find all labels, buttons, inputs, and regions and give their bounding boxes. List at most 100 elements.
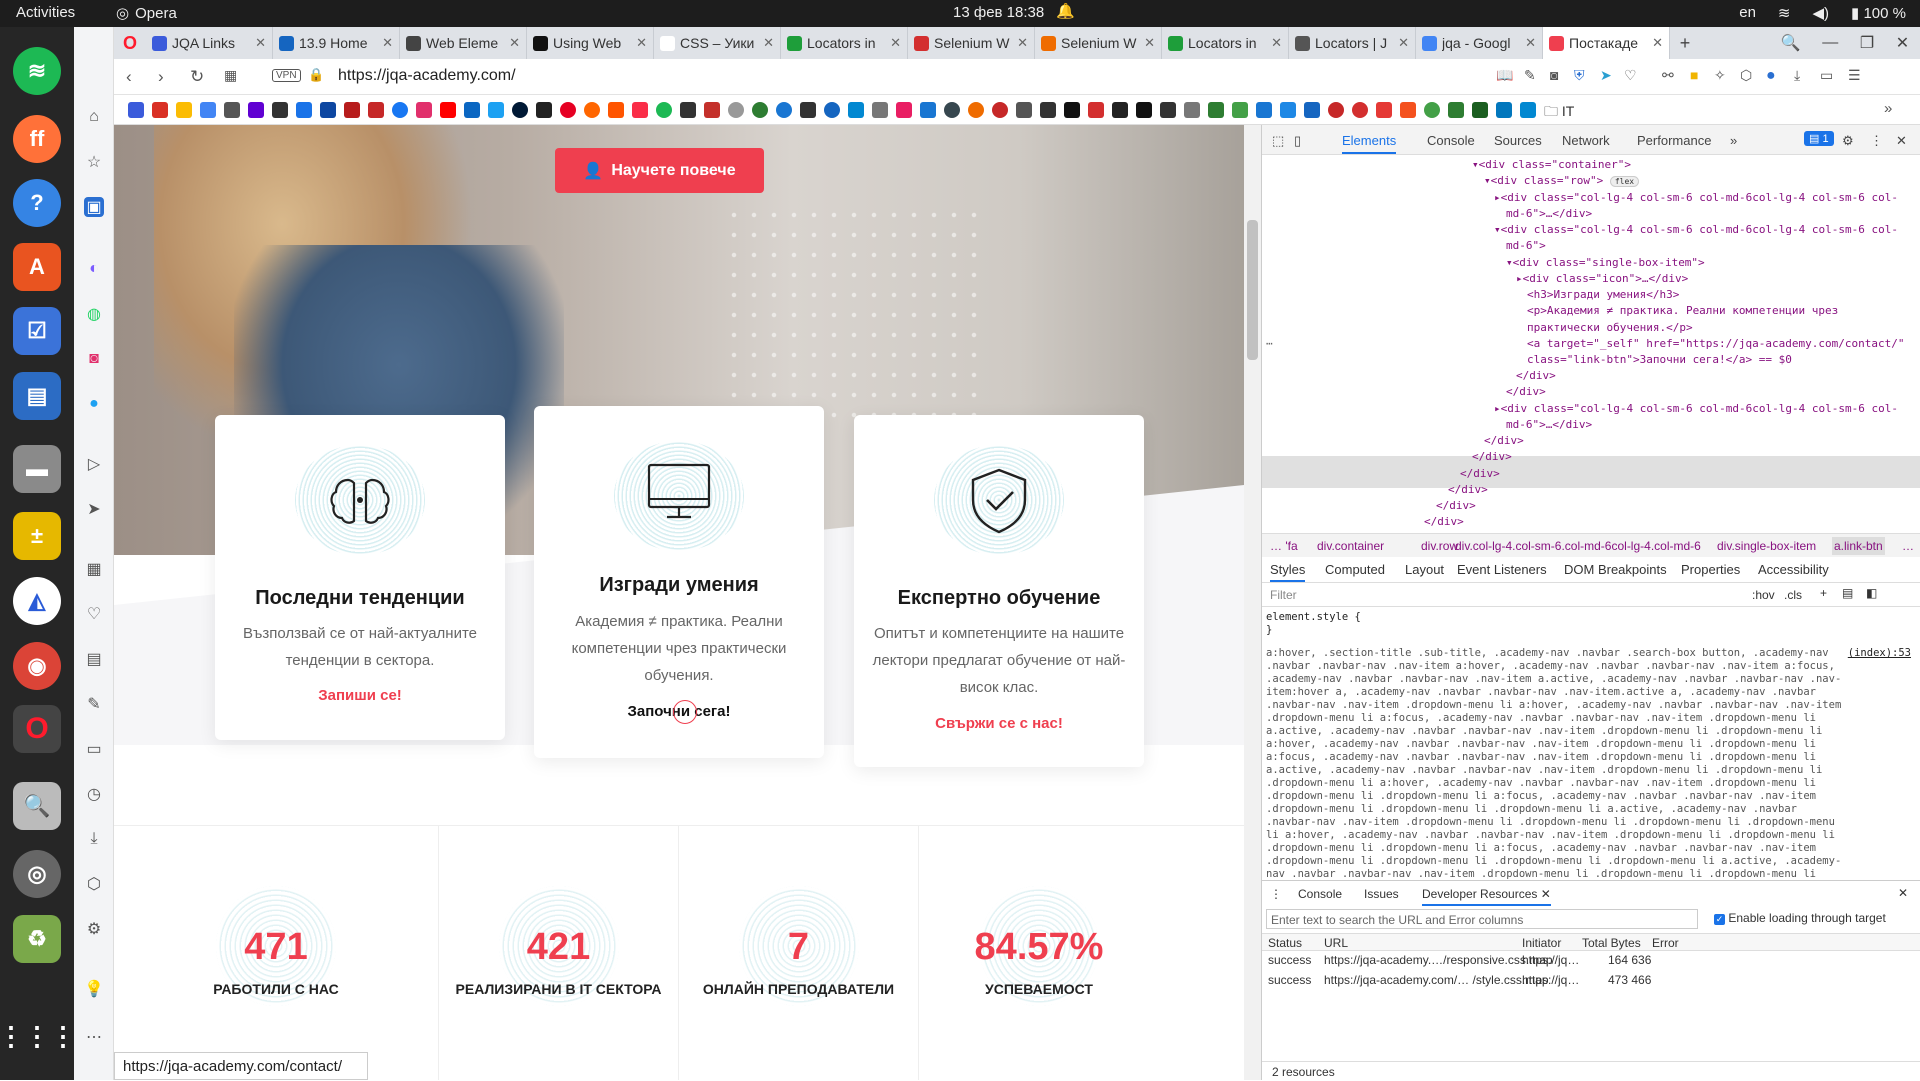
shield-icon[interactable]: ⛨	[1574, 67, 1585, 84]
spotify-bookmark-icon[interactable]	[656, 102, 672, 118]
bookmark-icon[interactable]	[992, 102, 1008, 118]
tab-styles[interactable]: Styles	[1270, 562, 1306, 582]
show-apps-icon[interactable]: ⋮⋮⋮	[0, 1012, 76, 1060]
bookmark-icon[interactable]	[1136, 102, 1152, 118]
breadcrumb-item-active[interactable]: a.link-btn	[1832, 537, 1885, 555]
volume-icon[interactable]: ◀)	[1813, 4, 1830, 22]
device-toggle-icon[interactable]: ▯	[1294, 133, 1301, 149]
drawer-tab-console[interactable]: Console	[1298, 887, 1342, 901]
lock-icon[interactable]: 🔒	[308, 67, 324, 83]
tab-grid-icon[interactable]: ▦	[84, 559, 104, 579]
tab-5[interactable]: Locators in ✕	[781, 27, 908, 59]
bookmark-icon[interactable]	[584, 102, 600, 118]
close-icon[interactable]: ✕	[509, 35, 520, 51]
settings-icon[interactable]: ⚙	[84, 919, 104, 939]
tab-console[interactable]: Console	[1427, 133, 1475, 148]
col-total-bytes[interactable]: Total Bytes	[1582, 936, 1641, 950]
tab-10[interactable]: jqa - Googl ✕	[1416, 27, 1543, 59]
resource-row[interactable]: success https://jqa-academy.…/responsive…	[1262, 953, 1920, 969]
vpn-badge[interactable]: VPN	[272, 69, 301, 82]
close-icon[interactable]: ✕	[255, 35, 266, 51]
bookmark-icon[interactable]	[1160, 102, 1176, 118]
wifi-icon[interactable]: ≋	[1778, 4, 1791, 22]
tab-11-active[interactable]: Постакаде ✕	[1543, 27, 1670, 59]
bookmark-icon[interactable]	[968, 102, 984, 118]
dom-line[interactable]: ▸<div class="col-lg-4 col-sm-6 col-md-6c…	[1494, 401, 1898, 417]
tab-network[interactable]: Network	[1562, 133, 1610, 148]
close-icon[interactable]: ✕	[1525, 35, 1536, 51]
breadcrumb-item[interactable]: div.container	[1317, 539, 1384, 553]
dom-line[interactable]: ▾<div class="row"> flex	[1484, 173, 1640, 190]
dom-line-selected[interactable]: <a target="_self" href="https://jqa-acad…	[1527, 336, 1905, 352]
back-icon[interactable]: ‹	[126, 67, 132, 87]
more-bookmarks-icon[interactable]: »	[1884, 100, 1892, 117]
breadcrumb-item[interactable]: div.single-box-item	[1717, 539, 1816, 553]
add-rule-icon[interactable]: +	[1820, 586, 1827, 600]
tab-elements[interactable]: Elements	[1342, 133, 1397, 154]
col-initiator[interactable]: Initiator	[1522, 936, 1561, 950]
dom-line[interactable]: ▸<div class="icon">…</div>	[1516, 271, 1688, 287]
battery-saver-icon[interactable]: ▭	[1820, 67, 1833, 84]
activities-button[interactable]: Activities	[16, 4, 75, 21]
youtube-icon[interactable]	[440, 102, 456, 118]
history-icon[interactable]: ◷	[84, 784, 104, 804]
bookmark-icon[interactable]	[752, 102, 768, 118]
twitter-bookmark-icon[interactable]	[488, 102, 504, 118]
bookmark-icon[interactable]	[272, 102, 288, 118]
close-window-icon[interactable]: ✕	[1896, 33, 1909, 53]
issues-badge[interactable]: ▤ 1	[1804, 131, 1834, 146]
tab-6[interactable]: Selenium W ✕	[908, 27, 1035, 59]
twitter-icon[interactable]: ●	[84, 394, 104, 414]
close-icon[interactable]: ✕	[1652, 35, 1663, 51]
clock[interactable]: 13 фев 18:38	[953, 4, 1044, 21]
close-icon[interactable]: ✕	[890, 35, 901, 51]
settings-gear-icon[interactable]: ⚙	[1842, 133, 1854, 149]
tab-7[interactable]: Selenium W ✕	[1035, 27, 1162, 59]
pinterest-icon[interactable]	[560, 102, 576, 118]
bookmark-icon[interactable]	[1496, 102, 1512, 118]
bookmark-icon[interactable]	[824, 102, 840, 118]
close-icon[interactable]: ✕	[1144, 35, 1155, 51]
tab-sources[interactable]: Sources	[1494, 133, 1542, 148]
app-menu[interactable]: ◎ Opera	[116, 4, 177, 23]
dom-line[interactable]: <h3>Изгради умения</h3>	[1527, 287, 1679, 303]
dom-line[interactable]: ▾<div class="container">	[1472, 157, 1631, 173]
bookmark-icon[interactable]	[1424, 102, 1440, 118]
reader-icon[interactable]: 📖	[1496, 67, 1513, 84]
bookmark-icon[interactable]	[920, 102, 936, 118]
loading-checkbox[interactable]: ✓ Enable loading through target	[1714, 911, 1886, 925]
app-icon[interactable]: ◭	[13, 577, 61, 625]
disk-icon[interactable]: ◎	[13, 850, 61, 898]
reload-icon[interactable]: ↻	[190, 67, 204, 87]
close-icon[interactable]: ✕	[382, 35, 393, 51]
tab-layout[interactable]: Layout	[1405, 562, 1444, 577]
bookmark-icon[interactable]	[776, 102, 792, 118]
firefox-icon[interactable]: ff	[13, 115, 61, 163]
tab-2[interactable]: Web Eleme ✕	[400, 27, 527, 59]
card-link[interactable]: Запиши се!	[215, 687, 505, 704]
close-drawer-icon[interactable]: ✕	[1898, 886, 1908, 900]
search-tool-icon[interactable]: 🔍	[13, 782, 61, 830]
resource-row[interactable]: success https://jqa-academy.com/… /style…	[1262, 973, 1920, 989]
bookmark-icon[interactable]	[800, 102, 816, 118]
sidebar-toggle-icon[interactable]: ◧	[1866, 586, 1877, 600]
opera-dock-icon[interactable]: O	[13, 705, 61, 753]
linkedin-icon[interactable]	[464, 102, 480, 118]
more-tabs-icon[interactable]: »	[1730, 133, 1737, 148]
dom-line[interactable]: ▸<div class="col-lg-4 col-sm-6 col-md-6c…	[1494, 190, 1898, 206]
bookmark-icon[interactable]	[1256, 102, 1272, 118]
bookmark-icon[interactable]	[1088, 102, 1104, 118]
resources-search-input[interactable]: Enter text to search the URL and Error c…	[1266, 909, 1698, 929]
writer-icon[interactable]: ▤	[13, 372, 61, 420]
close-icon[interactable]: ✕	[1017, 35, 1028, 51]
battery-indicator[interactable]: ▮ 100 %	[1851, 4, 1906, 22]
tab-properties[interactable]: Properties	[1681, 562, 1740, 577]
learn-more-button[interactable]: 👤 Научете повече	[555, 148, 764, 193]
drawer-tab-developer-resources[interactable]: Developer Resources ✕	[1422, 887, 1551, 906]
bookmark-icon[interactable]	[1352, 102, 1368, 118]
tasks-icon[interactable]: ☑	[13, 307, 61, 355]
rule-selectors[interactable]: a:hover, .section-title .sub-title, .aca…	[1266, 647, 1846, 894]
bookmark-icon[interactable]	[896, 102, 912, 118]
hov-toggle[interactable]: :hov	[1752, 588, 1775, 602]
drawer-tab-issues[interactable]: Issues	[1364, 887, 1399, 901]
